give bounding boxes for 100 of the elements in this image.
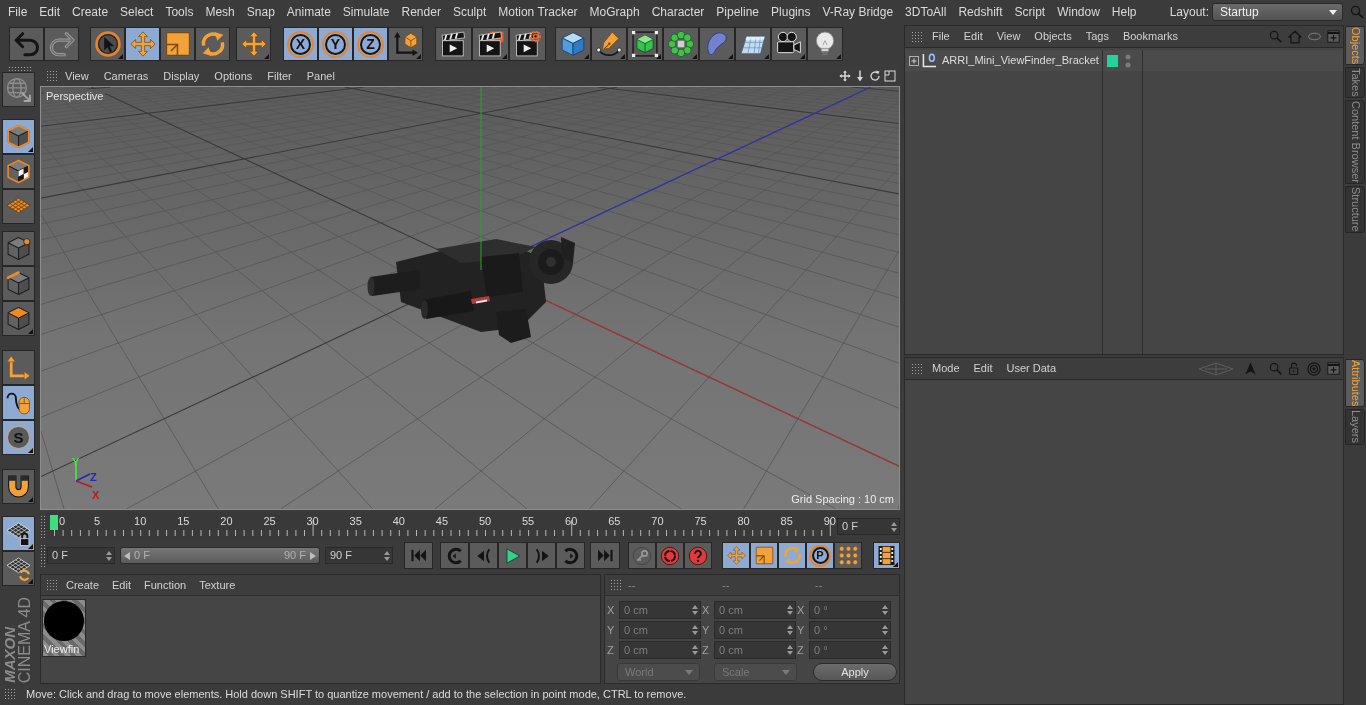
menu-item[interactable]: Select [120, 3, 154, 21]
globe-tool-button[interactable] [2, 72, 35, 107]
move-tool-button[interactable] [125, 27, 160, 61]
rotation-parameter-button[interactable] [778, 542, 806, 569]
menu-item[interactable]: V-Ray Bridge [822, 3, 894, 21]
snapping-button[interactable] [2, 469, 35, 504]
menu-item[interactable]: Pipeline [716, 3, 760, 21]
menu-item[interactable]: Window [1057, 3, 1100, 21]
model-mode-button[interactable] [2, 119, 35, 154]
menu-item[interactable]: Create [72, 3, 109, 21]
x-axis-button[interactable]: X [283, 27, 318, 61]
side-tab[interactable]: Layers [1345, 409, 1365, 445]
menu-item[interactable]: View [996, 28, 1021, 45]
point-level-button[interactable]: P [806, 542, 834, 569]
menu-item[interactable]: Plugins [771, 3, 811, 21]
camera-object-button[interactable] [771, 27, 807, 61]
playhead-marker[interactable] [50, 515, 58, 530]
3d-viewport[interactable]: Perspective Y Z X Grid Spacing : 10 cm [40, 86, 900, 510]
side-tab[interactable]: Structure [1345, 186, 1365, 233]
menu-item[interactable]: Mesh [205, 3, 235, 21]
menu-item[interactable]: File [932, 28, 950, 45]
subdivision-surface-button[interactable] [627, 27, 663, 61]
window-corner-icon[interactable] [884, 70, 896, 82]
menu-item[interactable]: Motion Tracker [498, 3, 578, 21]
scale-tool-button[interactable] [160, 27, 195, 61]
texture-mode-button[interactable] [2, 154, 35, 189]
menu-item[interactable]: Create [66, 576, 100, 594]
menu-item[interactable]: Tags [1085, 28, 1109, 45]
bend-deformer-button[interactable] [699, 27, 735, 61]
menu-item[interactable]: Bookmarks [1122, 28, 1178, 45]
menu-item[interactable]: File [8, 3, 28, 21]
menu-item[interactable]: Script [1014, 3, 1046, 21]
menu-item[interactable]: Options [214, 67, 253, 85]
menu-item[interactable]: Tools [165, 3, 194, 21]
menu-item[interactable]: 3DToAll [905, 3, 947, 21]
workplane-mode-button[interactable] [2, 189, 35, 224]
menu-item[interactable]: Simulate [342, 3, 390, 21]
rotate-tool-button[interactable] [195, 27, 230, 61]
menu-item[interactable]: Display [163, 67, 200, 85]
live-selection-button[interactable] [90, 27, 125, 61]
four-way-arrow-icon[interactable] [839, 70, 851, 82]
render-settings-button[interactable] [509, 27, 546, 61]
menu-item[interactable]: User Data [1006, 360, 1057, 377]
move-parameter-button[interactable] [722, 542, 750, 569]
menu-item[interactable]: View [65, 67, 89, 85]
menu-item[interactable]: Sculpt [452, 3, 487, 21]
menu-item[interactable]: Edit [973, 360, 993, 377]
menu-item[interactable]: MoGraph [589, 3, 640, 21]
plus-box-icon[interactable] [1327, 30, 1340, 43]
timeline-toggle-button[interactable] [873, 542, 900, 569]
menu-item[interactable]: Texture [199, 576, 236, 594]
start-frame-field[interactable]: 0 F [47, 547, 115, 564]
render-picture-viewer-button[interactable] [472, 27, 509, 61]
pen-tool-button[interactable] [591, 27, 627, 61]
tweak-mode-button[interactable] [2, 385, 35, 420]
visibility-dots-icon[interactable] [1125, 53, 1131, 68]
menu-item[interactable]: Animate [286, 3, 331, 21]
y-axis-button[interactable]: Y [318, 27, 353, 61]
apply-button[interactable]: Apply [813, 663, 897, 681]
menu-item[interactable]: Cameras [103, 67, 149, 85]
previous-key-button[interactable] [440, 542, 469, 569]
menu-item[interactable]: Render [401, 3, 441, 21]
go-to-start-button[interactable] [404, 542, 433, 569]
object-row[interactable]: ARRI_Mini_ViewFinder_Bracket [905, 50, 1343, 71]
scale-parameter-button[interactable] [750, 542, 778, 569]
menu-item[interactable]: Panel [306, 67, 335, 85]
go-to-end-button[interactable] [590, 542, 620, 569]
planar-workplane-button[interactable] [2, 551, 35, 586]
cloner-button[interactable] [663, 27, 699, 61]
menu-item[interactable]: Function [144, 576, 187, 594]
light-object-button[interactable] [807, 27, 843, 61]
down-arrow-icon[interactable] [854, 70, 866, 82]
move-tool-button[interactable] [236, 27, 271, 61]
menu-item[interactable]: Edit [112, 576, 131, 594]
circular-arrow-icon[interactable] [869, 70, 881, 82]
parameter-grid-button[interactable] [834, 542, 862, 569]
floor-object-button[interactable] [735, 27, 771, 61]
menu-item[interactable]: Character [651, 3, 705, 21]
edges-mode-button[interactable] [2, 266, 35, 301]
render-view-button[interactable] [435, 27, 472, 61]
menu-item[interactable]: Edit [39, 3, 61, 21]
cube-object-button[interactable] [555, 27, 591, 61]
plus-box-icon[interactable] [1327, 362, 1340, 375]
side-tab[interactable]: Takes [1345, 67, 1365, 99]
menu-item[interactable]: Edit [963, 28, 983, 45]
polygons-mode-button[interactable] [2, 301, 35, 336]
coordinate-system-button[interactable] [388, 27, 423, 61]
current-frame-field[interactable]: 0 F [837, 518, 900, 535]
menu-item[interactable]: Help [1111, 3, 1137, 21]
menu-item[interactable]: Filter [267, 67, 292, 85]
points-mode-button[interactable] [2, 231, 35, 266]
menu-item[interactable]: Redshift [958, 3, 1003, 21]
menu-item[interactable]: Objects [1034, 28, 1072, 45]
axis-mode-button[interactable] [2, 350, 35, 385]
expand-icon[interactable] [909, 55, 919, 66]
lock-workplane-button[interactable] [2, 516, 35, 551]
side-tab[interactable]: Content Browser [1345, 100, 1365, 184]
play-button[interactable] [498, 542, 527, 569]
layout-dropdown[interactable]: Startup [1212, 3, 1343, 21]
menu-item[interactable]: Snap [246, 3, 275, 21]
